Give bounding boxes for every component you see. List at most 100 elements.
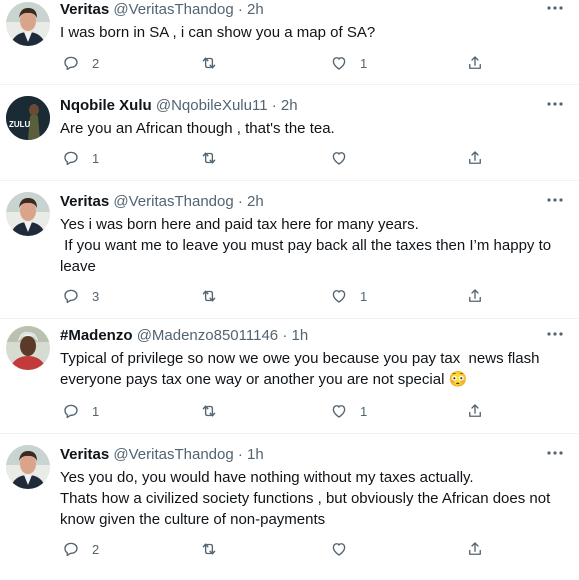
action-bar: 1 bbox=[60, 148, 579, 168]
handle[interactable]: @VeritasThandog bbox=[113, 193, 233, 210]
avatar[interactable] bbox=[6, 326, 50, 370]
reply-count: 2 bbox=[92, 55, 100, 71]
retweet-button[interactable] bbox=[200, 401, 230, 421]
action-bar: 2 1 bbox=[60, 53, 579, 73]
share-icon bbox=[469, 56, 481, 69]
tweet-text: Are you an African though , that's the t… bbox=[60, 118, 569, 139]
timestamp[interactable]: 2h bbox=[247, 193, 264, 210]
heart-icon bbox=[332, 290, 346, 303]
reply-icon bbox=[64, 542, 78, 557]
display-name[interactable]: Veritas bbox=[60, 193, 109, 210]
retweet-button[interactable] bbox=[200, 539, 230, 559]
tweet-text-line: If you want me to leave you must pay bac… bbox=[60, 237, 552, 254]
handle[interactable]: @VeritasThandog bbox=[113, 1, 233, 18]
like-button[interactable]: 1 bbox=[330, 401, 367, 421]
more-icon[interactable] bbox=[545, 190, 565, 210]
share-button[interactable] bbox=[466, 539, 484, 559]
display-name[interactable]: Veritas bbox=[60, 446, 109, 463]
action-bar: 2 bbox=[60, 539, 579, 559]
avatar-text: ZULU bbox=[9, 120, 31, 129]
tweet-text: Yes you do, you would have nothing witho… bbox=[60, 467, 569, 530]
avatar[interactable] bbox=[6, 445, 50, 489]
tweet[interactable]: #Madenzo @Madenzo85011146 · 1h Typical o… bbox=[0, 319, 579, 434]
like-button[interactable]: 1 bbox=[330, 53, 367, 73]
reply-icon bbox=[64, 56, 78, 71]
tweet-text-line: leave bbox=[60, 258, 96, 275]
like-button[interactable] bbox=[330, 539, 360, 559]
share-button[interactable] bbox=[466, 148, 484, 168]
more-icon[interactable] bbox=[545, 324, 565, 344]
reply-count: 3 bbox=[92, 288, 100, 304]
reply-icon bbox=[64, 404, 78, 419]
heart-icon bbox=[332, 543, 346, 556]
reply-button[interactable]: 1 bbox=[62, 401, 99, 421]
display-name[interactable]: Veritas bbox=[60, 1, 109, 18]
handle[interactable]: @NqobileXulu11 bbox=[156, 97, 268, 114]
separator-dot: · bbox=[237, 193, 243, 210]
separator-dot: · bbox=[271, 97, 277, 114]
reply-count: 1 bbox=[92, 403, 100, 419]
retweet-icon bbox=[202, 543, 216, 555]
reply-icon bbox=[64, 289, 78, 304]
reply-button[interactable]: 3 bbox=[62, 286, 99, 306]
avatar[interactable] bbox=[6, 192, 50, 236]
timestamp[interactable]: 2h bbox=[281, 97, 298, 114]
heart-icon bbox=[332, 405, 346, 418]
avatar[interactable]: ZULU bbox=[6, 96, 50, 140]
tweet-text-line: know given the culture of non-payments bbox=[60, 511, 326, 528]
avatar[interactable] bbox=[6, 2, 50, 46]
more-icon[interactable] bbox=[545, 443, 565, 463]
share-icon bbox=[469, 542, 481, 555]
share-icon bbox=[469, 289, 481, 302]
tweet-text: Typical of privilege so now we owe you b… bbox=[60, 348, 569, 390]
tweet-text-line: everyone pays tax one way or another you… bbox=[60, 371, 468, 388]
retweet-button[interactable] bbox=[200, 148, 230, 168]
reply-icon bbox=[64, 151, 78, 166]
display-name[interactable]: Nqobile Xulu bbox=[60, 97, 152, 114]
tweet-text-line: Thats how a civilized society functions … bbox=[60, 490, 551, 507]
tweet-text: I was born in SA , i can show you a map … bbox=[60, 22, 569, 43]
share-icon bbox=[469, 404, 481, 417]
separator-dot: · bbox=[282, 327, 288, 344]
share-icon bbox=[469, 151, 481, 164]
timestamp[interactable]: 1h bbox=[291, 327, 308, 344]
retweet-icon bbox=[202, 290, 216, 302]
share-button[interactable] bbox=[466, 401, 484, 421]
like-button[interactable]: 1 bbox=[330, 286, 367, 306]
tweet[interactable]: Veritas @VeritasThandog · 2h Yes i was b… bbox=[0, 181, 579, 319]
tweet-text-line: I was born in SA , i can show you a map … bbox=[60, 24, 376, 41]
timestamp[interactable]: 2h bbox=[247, 1, 264, 18]
share-button[interactable] bbox=[466, 53, 484, 73]
reply-count: 2 bbox=[92, 541, 100, 557]
more-icon[interactable] bbox=[545, 0, 565, 18]
tweet-text-line: Yes you do, you would have nothing witho… bbox=[60, 469, 474, 486]
retweet-button[interactable] bbox=[200, 286, 230, 306]
reply-count: 1 bbox=[92, 150, 100, 166]
timestamp[interactable]: 1h bbox=[247, 446, 264, 463]
reply-button[interactable]: 2 bbox=[62, 53, 99, 73]
action-bar: 3 1 bbox=[60, 286, 579, 306]
tweet-text-line: Are you an African though , that's the t… bbox=[60, 120, 335, 137]
like-button[interactable] bbox=[330, 148, 360, 168]
reply-button[interactable]: 1 bbox=[62, 148, 99, 168]
handle[interactable]: @VeritasThandog bbox=[113, 446, 233, 463]
tweet-text: Yes i was born here and paid tax here fo… bbox=[60, 214, 569, 277]
heart-icon bbox=[332, 152, 346, 165]
like-count: 1 bbox=[360, 55, 368, 71]
more-icon[interactable] bbox=[545, 94, 565, 114]
tweet[interactable]: Veritas @VeritasThandog · 1h Yes you do,… bbox=[0, 434, 579, 580]
tweet[interactable]: ZULU Nqobile Xulu @NqobileXulu11 · 2h Ar… bbox=[0, 85, 579, 181]
handle[interactable]: @Madenzo85011146 bbox=[137, 327, 278, 344]
action-bar: 1 1 bbox=[60, 401, 579, 421]
like-count: 1 bbox=[360, 288, 368, 304]
share-button[interactable] bbox=[466, 286, 484, 306]
tweet[interactable]: Veritas @VeritasThandog · 2h I was born … bbox=[0, 0, 579, 85]
tweet-text-line: Typical of privilege so now we owe you b… bbox=[60, 350, 540, 367]
separator-dot: · bbox=[237, 446, 243, 463]
retweet-button[interactable] bbox=[200, 53, 230, 73]
retweet-icon bbox=[202, 405, 216, 417]
display-name[interactable]: #Madenzo bbox=[60, 327, 133, 344]
retweet-icon bbox=[202, 57, 216, 69]
reply-button[interactable]: 2 bbox=[62, 539, 99, 559]
separator-dot: · bbox=[237, 1, 243, 18]
